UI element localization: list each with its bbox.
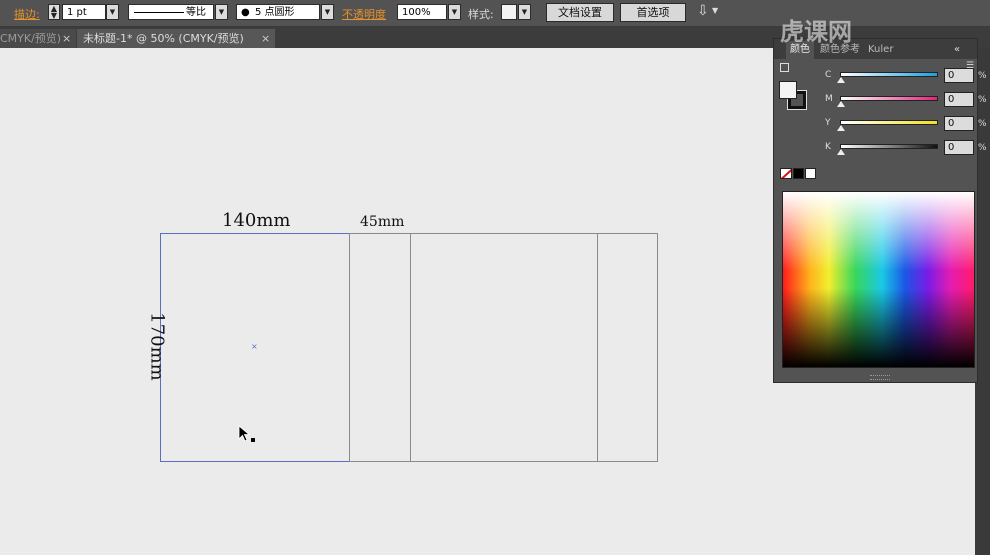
style-dropdown[interactable]: ▼	[518, 4, 531, 20]
stroke-weight-dropdown[interactable]: ▼	[106, 4, 119, 20]
stroke-weight-field[interactable]: 1 pt	[62, 4, 106, 20]
yellow-slider-track[interactable]	[840, 120, 938, 125]
back-panel-rect[interactable]	[410, 233, 598, 462]
variable-width-profile[interactable]: 等比	[128, 4, 214, 20]
panel-collapse-icon[interactable]: «	[954, 41, 960, 59]
percent-label: %	[978, 143, 987, 153]
close-icon[interactable]: ×	[62, 29, 71, 48]
side-width-dimension-label: 45mm	[360, 214, 405, 230]
preferences-button[interactable]: 首选项	[620, 3, 686, 22]
stroke-weight-stepper[interactable]: ▲ ▼	[48, 4, 60, 20]
side-panel-2-rect[interactable]	[597, 233, 658, 462]
brush-label: 5 点圆形	[255, 7, 295, 18]
yellow-value-field[interactable]: 0	[944, 116, 974, 131]
tab-untitled-1[interactable]: 未标题-1* @ 50% (CMYK/预览) ×	[77, 29, 275, 48]
magenta-value-field[interactable]: 0	[944, 92, 974, 107]
cyan-slider-thumb[interactable]	[837, 77, 845, 83]
brush-dot-icon: ●	[241, 7, 250, 18]
profile-line	[134, 12, 184, 13]
arrange-dropdown-icon[interactable]: ▼	[712, 6, 718, 15]
side-panel-rect[interactable]	[349, 233, 411, 462]
color-panel: 颜色 颜色参考 Kuler « ☰ C 0 % M 0 % Y 0 % K 0 …	[773, 38, 987, 383]
cyan-value-field[interactable]: 0	[944, 68, 974, 83]
percent-label: %	[978, 119, 987, 129]
close-icon[interactable]: ×	[261, 29, 270, 48]
black-label: K	[825, 142, 831, 152]
cyan-label: C	[825, 70, 832, 80]
profile-label: 等比	[186, 7, 206, 18]
black-slider-track[interactable]	[840, 144, 938, 149]
percent-label: %	[978, 71, 987, 81]
black-value-field[interactable]: 0	[944, 140, 974, 155]
profile-dropdown[interactable]: ▼	[215, 4, 228, 20]
opacity-field[interactable]: 100%	[397, 4, 447, 20]
fill-swatch[interactable]	[779, 81, 797, 99]
mouse-cursor-icon	[238, 425, 255, 442]
magenta-slider-thumb[interactable]	[837, 101, 845, 107]
magenta-label: M	[825, 94, 833, 104]
tab-previous-document[interactable]: CMYK/预览) ×	[0, 29, 76, 48]
opacity-label[interactable]: 不透明度	[342, 6, 386, 22]
style-label: 样式:	[468, 8, 494, 21]
panel-resize-grip[interactable]	[870, 375, 890, 380]
center-point-marker: ×	[251, 342, 258, 351]
opacity-dropdown[interactable]: ▼	[448, 4, 461, 20]
arrange-documents-icon[interactable]: ⇩	[697, 3, 709, 19]
none-swatch-icon[interactable]	[780, 168, 792, 179]
yellow-slider-thumb[interactable]	[837, 125, 845, 131]
tab-kuler[interactable]: Kuler	[868, 41, 893, 59]
default-colors-icon[interactable]	[780, 63, 789, 72]
width-dimension-label: 140mm	[222, 210, 291, 231]
height-dimension-label: 170mm	[146, 312, 168, 381]
watermark-logo: 虎课网	[780, 18, 852, 46]
black-slider-thumb[interactable]	[837, 149, 845, 155]
color-spectrum[interactable]	[782, 191, 975, 368]
brush-definition[interactable]: ● 5 点圆形	[236, 4, 320, 20]
document-setup-button[interactable]: 文档设置	[546, 3, 614, 22]
percent-label: %	[978, 95, 987, 105]
magenta-slider-track[interactable]	[840, 96, 938, 101]
white-swatch[interactable]	[805, 168, 816, 179]
black-swatch[interactable]	[793, 168, 804, 179]
tab-label: 未标题-1* @ 50% (CMYK/预览)	[83, 32, 244, 45]
cyan-slider-track[interactable]	[840, 72, 938, 77]
yellow-label: Y	[825, 118, 831, 128]
style-swatch[interactable]	[501, 4, 517, 20]
brush-dropdown[interactable]: ▼	[321, 4, 334, 20]
tab-label: CMYK/预览)	[0, 32, 62, 45]
stroke-label[interactable]: 描边:	[14, 6, 40, 22]
